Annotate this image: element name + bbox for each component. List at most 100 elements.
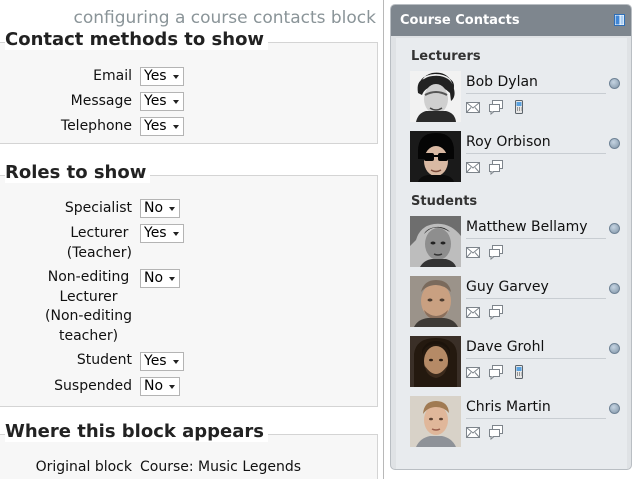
- student-select[interactable]: Yes: [140, 352, 184, 371]
- non-editing-label-line: (Non-editing: [45, 308, 132, 324]
- avatar[interactable]: [410, 216, 461, 267]
- non-editing-select-value: No: [144, 270, 164, 286]
- non-editing-select[interactable]: No: [140, 269, 180, 288]
- course-contacts-block: Course Contacts Lecturers Bob Dylan Roy …: [390, 4, 632, 470]
- contact-name[interactable]: Chris Martin: [466, 399, 551, 415]
- name-underline: [466, 298, 606, 299]
- lecturer-select-value: Yes: [144, 225, 167, 241]
- contact-name[interactable]: Bob Dylan: [466, 74, 538, 90]
- avatar[interactable]: [410, 396, 461, 447]
- message-icon[interactable]: [488, 364, 504, 381]
- message-select-value: Yes: [144, 93, 167, 109]
- email-label: Email: [93, 68, 132, 84]
- message-icon[interactable]: [488, 99, 504, 116]
- email-icon[interactable]: [465, 424, 481, 440]
- offline-status-icon: [609, 343, 620, 354]
- contact-methods: [465, 364, 529, 381]
- contact-name[interactable]: Matthew Bellamy: [466, 219, 588, 235]
- original-block-value: Course: Music Legends: [140, 459, 302, 475]
- telephone-icon[interactable]: [511, 364, 527, 380]
- avatar[interactable]: [410, 131, 461, 182]
- students-heading: Students: [411, 194, 478, 209]
- non-editing-label-line: teacher): [58, 327, 119, 344]
- email-icon[interactable]: [465, 159, 481, 175]
- avatar[interactable]: [410, 276, 461, 327]
- telephone-label: Telephone: [60, 118, 132, 134]
- roles-fieldset: Roles to show Specialist No Lecturer (Te…: [0, 162, 378, 407]
- lecturer-label-line: (Teacher): [66, 244, 132, 261]
- email-select[interactable]: Yes: [140, 67, 184, 86]
- block-title: Course Contacts: [400, 13, 520, 28]
- chevron-down-icon: [173, 125, 179, 129]
- block-content: Lecturers Bob Dylan Roy Orbison Students…: [396, 38, 627, 469]
- where-legend: Where this block appears: [5, 421, 268, 442]
- lecturer-label-line: Lecturer: [70, 225, 129, 241]
- message-icon[interactable]: [488, 304, 504, 321]
- chevron-down-icon: [173, 360, 179, 364]
- suspended-select[interactable]: No: [140, 377, 180, 396]
- contact-methods-fieldset: Contact methods to show Email Yes Messag…: [0, 29, 378, 144]
- student-label: Student: [76, 352, 132, 368]
- contact-methods: [465, 99, 529, 116]
- message-icon[interactable]: [488, 159, 504, 176]
- specialist-select[interactable]: No: [140, 199, 180, 218]
- non-editing-label: Non-editing Lecturer (Non-editing teache…: [45, 268, 132, 346]
- avatar[interactable]: [410, 336, 461, 387]
- suspended-select-value: No: [144, 378, 164, 394]
- name-underline: [466, 238, 606, 239]
- contact-name[interactable]: Roy Orbison: [466, 134, 551, 150]
- chevron-down-icon: [173, 75, 179, 79]
- email-icon[interactable]: [465, 99, 481, 115]
- chevron-down-icon: [169, 385, 175, 389]
- contact-bob-dylan: Bob Dylan: [410, 71, 622, 123]
- telephone-icon[interactable]: [511, 99, 527, 115]
- block-header: Course Contacts: [391, 5, 631, 36]
- email-icon[interactable]: [465, 244, 481, 260]
- contact-methods-legend: Contact methods to show: [5, 29, 269, 50]
- offline-status-icon: [609, 138, 620, 149]
- panel-divider: [383, 0, 384, 479]
- dock-icon[interactable]: [614, 14, 625, 26]
- contact-name[interactable]: Dave Grohl: [466, 339, 544, 355]
- email-icon[interactable]: [465, 364, 481, 380]
- message-label: Message: [70, 93, 132, 109]
- roles-legend: Roles to show: [5, 162, 151, 183]
- lecturer-select[interactable]: Yes: [140, 224, 184, 243]
- contact-dave-grohl: Dave Grohl: [410, 336, 622, 388]
- lecturers-heading: Lecturers: [411, 49, 481, 64]
- contact-methods: [465, 424, 506, 441]
- telephone-select[interactable]: Yes: [140, 117, 184, 136]
- chevron-down-icon: [169, 207, 175, 211]
- name-underline: [466, 358, 606, 359]
- contact-name[interactable]: Guy Garvey: [466, 279, 549, 295]
- original-block-label: Original block: [35, 459, 132, 475]
- student-select-value: Yes: [144, 353, 167, 369]
- message-icon[interactable]: [488, 244, 504, 261]
- chevron-down-icon: [173, 100, 179, 104]
- lecturer-label: Lecturer (Teacher): [67, 224, 132, 263]
- avatar[interactable]: [410, 71, 461, 122]
- contact-methods: [465, 244, 506, 261]
- email-icon[interactable]: [465, 304, 481, 320]
- contact-methods: [465, 159, 506, 176]
- non-editing-label-line: Non-editing: [47, 269, 130, 285]
- where-fieldset: Where this block appears Original block …: [0, 421, 378, 479]
- specialist-select-value: No: [144, 200, 164, 216]
- offline-status-icon: [609, 283, 620, 294]
- contact-roy-orbison: Roy Orbison: [410, 131, 622, 183]
- contact-guy-garvey: Guy Garvey: [410, 276, 622, 328]
- email-select-value: Yes: [144, 68, 167, 84]
- contact-chris-martin: Chris Martin: [410, 396, 622, 448]
- suspended-label: Suspended: [54, 378, 132, 394]
- chevron-down-icon: [169, 277, 175, 281]
- name-underline: [466, 93, 606, 94]
- name-underline: [466, 153, 606, 154]
- chevron-down-icon: [173, 232, 179, 236]
- offline-status-icon: [609, 403, 620, 414]
- config-panel: configuring a course contacts block Cont…: [0, 0, 384, 479]
- telephone-select-value: Yes: [144, 118, 167, 134]
- message-icon[interactable]: [488, 424, 504, 441]
- name-underline: [466, 418, 606, 419]
- message-select[interactable]: Yes: [140, 92, 184, 111]
- offline-status-icon: [609, 223, 620, 234]
